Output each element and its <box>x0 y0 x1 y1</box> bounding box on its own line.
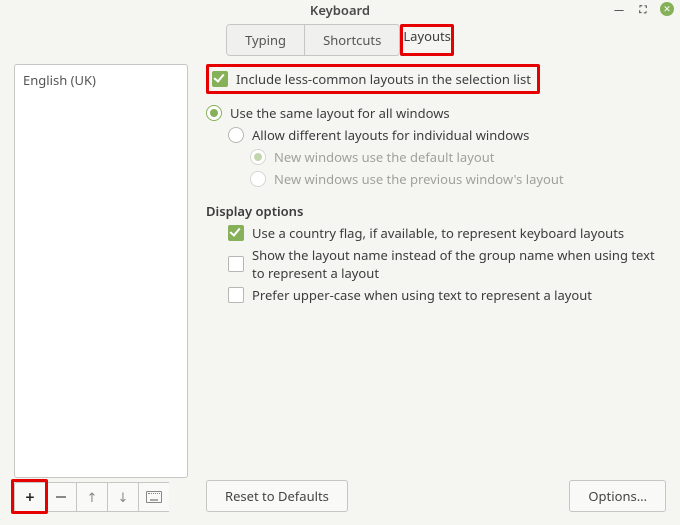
window-controls: — ⛶ ✕ <box>612 2 674 16</box>
keyboard-icon <box>146 491 162 503</box>
radio-new-previous-label: New windows use the previous window's la… <box>274 170 564 188</box>
country-flag-label: Use a country flag, if available, to rep… <box>252 224 624 242</box>
layout-name-label: Show the layout name instead of the grou… <box>252 246 666 282</box>
minus-icon <box>56 496 66 498</box>
options-pane: Include less-common layouts in the selec… <box>206 64 666 512</box>
include-less-common-checkbox[interactable] <box>212 71 228 87</box>
upper-case-label: Prefer upper-case when using text to rep… <box>252 286 592 304</box>
highlight-include-less-common: Include less-common layouts in the selec… <box>206 64 540 94</box>
options-button[interactable]: Options… <box>569 480 666 512</box>
window-title: Keyboard <box>310 1 370 19</box>
layout-list[interactable]: English (UK) <box>14 64 188 478</box>
include-less-common-label: Include less-common layouts in the selec… <box>236 70 531 88</box>
tab-typing[interactable]: Typing <box>227 25 305 55</box>
country-flag-checkbox[interactable] <box>228 225 244 241</box>
row-upper-case[interactable]: Prefer upper-case when using text to rep… <box>228 286 666 304</box>
tab-layouts[interactable]: Layouts <box>403 27 451 45</box>
add-layout-button[interactable]: + <box>14 482 45 512</box>
reset-defaults-button[interactable]: Reset to Defaults <box>206 480 348 512</box>
close-icon[interactable]: ✕ <box>660 2 674 16</box>
layout-name-checkbox[interactable] <box>228 256 244 272</box>
radio-same-layout[interactable] <box>206 105 222 121</box>
radio-same-layout-label: Use the same layout for all windows <box>230 104 450 122</box>
preview-layout-button[interactable] <box>138 482 169 512</box>
radio-diff-layout-label: Allow different layouts for individual w… <box>252 126 529 144</box>
tab-shortcuts[interactable]: Shortcuts <box>305 25 399 55</box>
remove-layout-button[interactable] <box>45 482 76 512</box>
radio-new-default-label: New windows use the default layout <box>274 148 494 166</box>
row-layout-name[interactable]: Show the layout name instead of the grou… <box>228 246 666 282</box>
row-new-previous: New windows use the previous window's la… <box>250 170 666 188</box>
display-options-heading: Display options <box>206 202 666 220</box>
radio-new-previous <box>250 171 266 187</box>
layout-item-english-uk[interactable]: English (UK) <box>23 71 179 89</box>
layout-sidebar: English (UK) + ↑ ↓ <box>14 64 188 512</box>
titlebar: Keyboard — ⛶ ✕ <box>0 0 680 20</box>
highlight-layouts-tab: Layouts <box>400 24 454 56</box>
layout-list-toolbar: + ↑ ↓ <box>14 482 188 512</box>
row-diff-layout-each[interactable]: Allow different layouts for individual w… <box>228 126 666 144</box>
radio-new-default <box>250 149 266 165</box>
row-same-layout-all[interactable]: Use the same layout for all windows <box>206 104 666 122</box>
tab-bar: Typing Shortcuts Layouts <box>0 20 680 64</box>
minimize-icon[interactable]: — <box>612 2 626 16</box>
upper-case-checkbox[interactable] <box>228 287 244 303</box>
row-country-flag[interactable]: Use a country flag, if available, to rep… <box>228 224 666 242</box>
move-down-button[interactable]: ↓ <box>107 482 138 512</box>
row-new-default: New windows use the default layout <box>250 148 666 166</box>
bottom-buttons: Reset to Defaults Options… <box>206 480 666 512</box>
maximize-icon[interactable]: ⛶ <box>636 2 650 16</box>
move-up-button[interactable]: ↑ <box>76 482 107 512</box>
radio-diff-layout[interactable] <box>228 127 244 143</box>
